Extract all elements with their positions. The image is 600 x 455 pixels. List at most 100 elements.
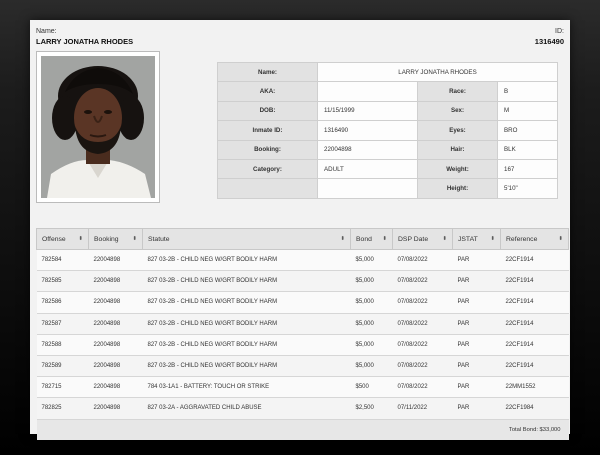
cell-jstat: PAR [452, 291, 501, 314]
cell-reference: 22CF1984 [500, 397, 569, 420]
booking-field-value: 22004898 [317, 139, 418, 160]
cell-jstat: PAR [452, 334, 501, 356]
name-label: Name: [36, 28, 57, 35]
inmate-id: 1316490 [534, 37, 564, 46]
column-header-bond[interactable]: Bond ⬍ [350, 228, 393, 250]
cell-dsp-date: 07/08/2022 [392, 249, 453, 272]
id-label: ID: [555, 28, 564, 35]
cell-dsp-date: 07/08/2022 [392, 334, 453, 356]
column-header-booking[interactable]: Booking ⬍ [88, 228, 143, 250]
hair-field-label: Hair: [417, 139, 498, 160]
mugshot-photo [41, 56, 155, 198]
mugshot-frame [36, 51, 160, 203]
inmate-info-table: Name: LARRY JONATHA RHODES AKA: Race: B … [217, 61, 558, 199]
total-bond-row: Total Bond: $33,000 [36, 419, 569, 440]
column-header-dsp-date[interactable]: DSP Date ⬍ [392, 228, 453, 250]
column-label: Bond [356, 235, 372, 243]
cell-statute: 827 03-2B - CHILD NEG W/GRT BODILY HARM [142, 334, 351, 356]
column-label: Offense [42, 235, 66, 243]
column-header-reference[interactable]: Reference ⬍ [500, 228, 569, 250]
sort-icon[interactable]: ⬍ [78, 236, 83, 242]
table-row[interactable]: 782588 22004898 827 03-2B - CHILD NEG W/GR… [36, 334, 569, 356]
cell-reference: 22CF1914 [500, 249, 569, 272]
offenses-header-row: Offense ⬍ Booking ⬍ Statute ⬍ Bond ⬍ DSP Dat… [36, 228, 569, 250]
aka-field-value [317, 81, 418, 102]
cell-offense: 782589 [36, 355, 89, 378]
cell-dsp-date: 07/08/2022 [392, 313, 453, 335]
cell-booking: 22004898 [88, 334, 143, 356]
table-row[interactable]: 782585 22004898 827 03-2B - CHILD NEG W/GR… [36, 270, 569, 293]
empty-label-cell [217, 178, 318, 199]
category-field-label: Category: [217, 158, 318, 180]
sort-icon[interactable]: ⬍ [132, 236, 137, 242]
sex-field-label: Sex: [417, 100, 498, 122]
cell-reference: 22MM1552 [500, 376, 569, 399]
weight-field-value: 167 [497, 158, 558, 180]
table-row[interactable]: 782825 22004898 827 03-2A - AGGRAVATED CHI… [36, 397, 569, 420]
cell-statute: 827 03-2B - CHILD NEG W/GRT BODILY HARM [142, 270, 351, 293]
cell-jstat: PAR [452, 355, 501, 378]
column-label: JSTAT [458, 235, 478, 243]
offenses-table: Offense ⬍ Booking ⬍ Statute ⬍ Bond ⬍ DSP Dat… [36, 228, 569, 440]
cell-reference: 22CF1914 [500, 313, 569, 335]
cell-statute: 827 03-2B - CHILD NEG W/GRT BODILY HARM [142, 313, 351, 335]
height-field-label: Height: [417, 178, 498, 199]
cell-bond: $5,000 [350, 355, 393, 378]
cell-offense: 782584 [36, 249, 89, 272]
cell-booking: 22004898 [88, 313, 143, 335]
table-row[interactable]: 782587 22004898 827 03-2B - CHILD NEG W/GR… [36, 313, 569, 335]
dob-field-label: DOB: [217, 100, 318, 122]
booking-field-label: Booking: [217, 139, 318, 160]
aka-field-label: AKA: [217, 81, 318, 102]
cell-bond: $5,000 [350, 313, 393, 335]
sort-icon[interactable]: ⬍ [340, 236, 345, 242]
race-field-value: B [497, 81, 558, 102]
column-header-offense[interactable]: Offense ⬍ [36, 228, 89, 250]
sex-field-value: M [497, 100, 558, 122]
column-label: Statute [148, 235, 170, 243]
column-label: DSP Date [398, 235, 429, 243]
cell-booking: 22004898 [88, 355, 143, 378]
column-label: Reference [506, 235, 538, 243]
cell-booking: 22004898 [88, 249, 143, 272]
table-row[interactable]: 782584 22004898 827 03-2B - CHILD NEG W/GR… [36, 249, 569, 272]
cell-bond: $5,000 [350, 249, 393, 272]
inmate-id-field-label: Inmate ID: [217, 120, 318, 141]
cell-reference: 22CF1914 [500, 355, 569, 378]
cell-booking: 22004898 [88, 270, 143, 293]
height-field-value: 5'10" [497, 178, 558, 199]
eyes-field-label: Eyes: [417, 120, 498, 141]
sort-icon[interactable]: ⬍ [558, 236, 563, 242]
cell-offense: 782585 [36, 270, 89, 293]
cell-jstat: PAR [452, 313, 501, 335]
cell-dsp-date: 07/11/2022 [392, 397, 453, 420]
table-row[interactable]: 782586 22004898 827 03-2B - CHILD NEG W/GR… [36, 291, 569, 314]
cell-bond: $5,000 [350, 270, 393, 293]
cell-dsp-date: 07/08/2022 [392, 270, 453, 293]
sort-icon[interactable]: ⬍ [442, 236, 447, 242]
cell-statute: 827 03-2B - CHILD NEG W/GRT BODILY HARM [142, 355, 351, 378]
cell-offense: 782715 [36, 376, 89, 399]
cell-dsp-date: 07/08/2022 [392, 376, 453, 399]
mugshot-image [41, 56, 155, 198]
hair-field-value: BLK [497, 139, 558, 160]
table-row[interactable]: 782589 22004898 827 03-2B - CHILD NEG W/GR… [36, 355, 569, 378]
cell-booking: 22004898 [88, 397, 143, 420]
cell-jstat: PAR [452, 249, 501, 272]
cell-jstat: PAR [452, 270, 501, 293]
total-bond: Total Bond: $33,000 [36, 419, 569, 440]
dob-field-value: 11/15/1999 [317, 100, 418, 122]
table-row[interactable]: 782715 22004898 784 03-1A1 - BATTERY: TOUC… [36, 376, 569, 399]
cell-offense: 782587 [36, 313, 89, 335]
column-header-statute[interactable]: Statute ⬍ [142, 228, 351, 250]
cell-jstat: PAR [452, 376, 501, 399]
cell-reference: 22CF1914 [500, 334, 569, 356]
column-header-jstat[interactable]: JSTAT ⬍ [452, 228, 501, 250]
name-field-value: LARRY JONATHA RHODES [317, 61, 558, 83]
cell-bond: $5,000 [350, 334, 393, 356]
sort-icon[interactable]: ⬍ [490, 236, 495, 242]
inmate-record-card: Name: LARRY JONATHA RHODES ID: 1316490 N… [30, 20, 570, 440]
sort-icon[interactable]: ⬍ [382, 236, 387, 242]
cell-booking: 22004898 [88, 291, 143, 314]
eyes-field-value: BRO [497, 120, 558, 141]
